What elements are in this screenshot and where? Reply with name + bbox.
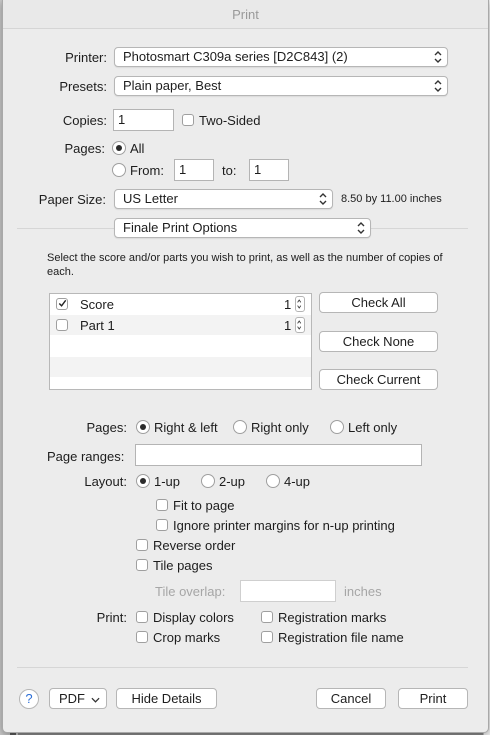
updown-arrows-icon [434, 51, 442, 63]
dialog-title: Print [3, 0, 488, 29]
tile-overlap-unit: inches [344, 584, 382, 599]
layout-1up-label: 1-up [154, 474, 181, 489]
pages-from-field[interactable]: 1 [174, 159, 214, 181]
updown-arrows-icon [357, 222, 365, 234]
two-sided-checkbox[interactable] [182, 114, 194, 126]
ignore-margins-label: Ignore printer margins for n-up printing [173, 518, 395, 533]
pdf-menu-button[interactable]: PDF [49, 688, 107, 709]
panel-value: Finale Print Options [123, 220, 238, 235]
crop-marks-label: Crop marks [153, 630, 221, 645]
part1-checkbox[interactable] [56, 319, 68, 331]
help-button[interactable]: ? [19, 689, 39, 709]
empty-row [50, 357, 311, 377]
printer-label: Printer: [65, 50, 107, 65]
finale-instructions: Select the score and/or parts you wish t… [47, 252, 443, 278]
copies-stepper[interactable] [295, 296, 305, 312]
checkmark-icon [58, 299, 67, 307]
two-sided-label: Two-Sided [199, 113, 261, 128]
list-item[interactable]: Part 1 1 [50, 315, 311, 335]
list-item-copies[interactable]: 1 [284, 318, 291, 333]
presets-value: Plain paper, Best [123, 78, 222, 93]
presets-select[interactable]: Plain paper, Best [114, 76, 448, 96]
display-colors-label: Display colors [153, 610, 234, 625]
presets-label: Presets: [59, 79, 107, 94]
separator [17, 667, 468, 668]
copies-stepper[interactable] [295, 317, 305, 333]
printer-value: Photosmart C309a series [D2C843] (2) [123, 49, 348, 64]
layout-2up-radio[interactable] [201, 474, 215, 488]
pages-from-radio[interactable] [112, 163, 126, 177]
check-none-button[interactable]: Check None [319, 331, 438, 352]
display-colors-checkbox[interactable] [136, 611, 148, 623]
empty-row [50, 336, 311, 356]
score-checkbox[interactable] [56, 298, 68, 310]
score-parts-list: Score 1 Part 1 1 [49, 293, 312, 390]
check-current-button[interactable]: Check Current [319, 369, 438, 390]
print-marks-label: Print: [96, 610, 127, 625]
stepper-arrows-icon [297, 299, 302, 309]
registration-marks-checkbox[interactable] [261, 611, 273, 623]
paper-dimensions: 8.50 by 11.00 inches [341, 193, 442, 205]
layout-4up-radio[interactable] [266, 474, 280, 488]
paper-size-label: Paper Size: [38, 192, 106, 207]
copies-field[interactable]: 1 [113, 109, 174, 131]
paper-size-value: US Letter [123, 191, 178, 206]
layout-2up-label: 2-up [219, 474, 246, 489]
layout-label: Layout: [84, 474, 127, 489]
list-item[interactable]: Score 1 [50, 294, 311, 314]
check-all-button[interactable]: Check All [319, 292, 438, 313]
reverse-order-checkbox[interactable] [136, 539, 148, 551]
updown-arrows-icon [434, 80, 442, 92]
crop-marks-checkbox[interactable] [136, 631, 148, 643]
tile-overlap-field[interactable] [240, 580, 336, 602]
registration-marks-label: Registration marks [278, 610, 387, 625]
paper-size-select[interactable]: US Letter [114, 189, 333, 209]
list-item-name: Score [80, 297, 114, 312]
finale-pages-label: Pages: [86, 420, 127, 435]
registration-file-name-label: Registration file name [278, 630, 404, 645]
layout-4up-label: 4-up [284, 474, 311, 489]
layout-1up-radio[interactable] [136, 474, 150, 488]
cancel-button[interactable]: Cancel [316, 688, 386, 709]
left-only-label: Left only [348, 420, 398, 435]
right-left-label: Right & left [154, 420, 218, 435]
printer-select[interactable]: Photosmart C309a series [D2C843] (2) [114, 47, 448, 67]
page-ranges-field[interactable] [135, 444, 422, 466]
right-left-radio[interactable] [136, 420, 150, 434]
tile-pages-checkbox[interactable] [136, 559, 148, 571]
right-only-radio[interactable] [233, 420, 247, 434]
print-dialog: Print Printer: Photosmart C309a series [… [2, 0, 489, 733]
page-ranges-label: Page ranges: [47, 449, 125, 464]
updown-arrows-icon [319, 193, 327, 205]
registration-file-name-checkbox[interactable] [261, 631, 273, 643]
pages-to-field[interactable]: 1 [249, 159, 289, 181]
reverse-order-label: Reverse order [153, 538, 236, 553]
pages-from-label: From: [130, 163, 164, 178]
list-item-name: Part 1 [80, 318, 115, 333]
fit-to-page-checkbox[interactable] [156, 499, 168, 511]
pages-label: Pages: [64, 141, 105, 156]
right-only-label: Right only [251, 420, 309, 435]
pages-all-label: All [130, 141, 145, 156]
pdf-label: PDF [59, 691, 85, 706]
print-button[interactable]: Print [398, 688, 468, 709]
stepper-arrows-icon [297, 320, 302, 330]
help-icon: ? [25, 691, 33, 706]
pages-to-label: to: [222, 163, 237, 178]
copies-label: Copies: [62, 113, 107, 128]
chevron-down-icon [91, 697, 100, 703]
tile-pages-label: Tile pages [153, 558, 213, 573]
tile-overlap-label: Tile overlap: [155, 584, 226, 599]
ignore-margins-checkbox[interactable] [156, 519, 168, 531]
print-options-panel-select[interactable]: Finale Print Options [114, 218, 371, 238]
list-item-copies[interactable]: 1 [284, 297, 291, 312]
hide-details-button[interactable]: Hide Details [116, 688, 217, 709]
left-only-radio[interactable] [330, 420, 344, 434]
pages-all-radio[interactable] [112, 141, 126, 155]
fit-to-page-label: Fit to page [173, 498, 235, 513]
